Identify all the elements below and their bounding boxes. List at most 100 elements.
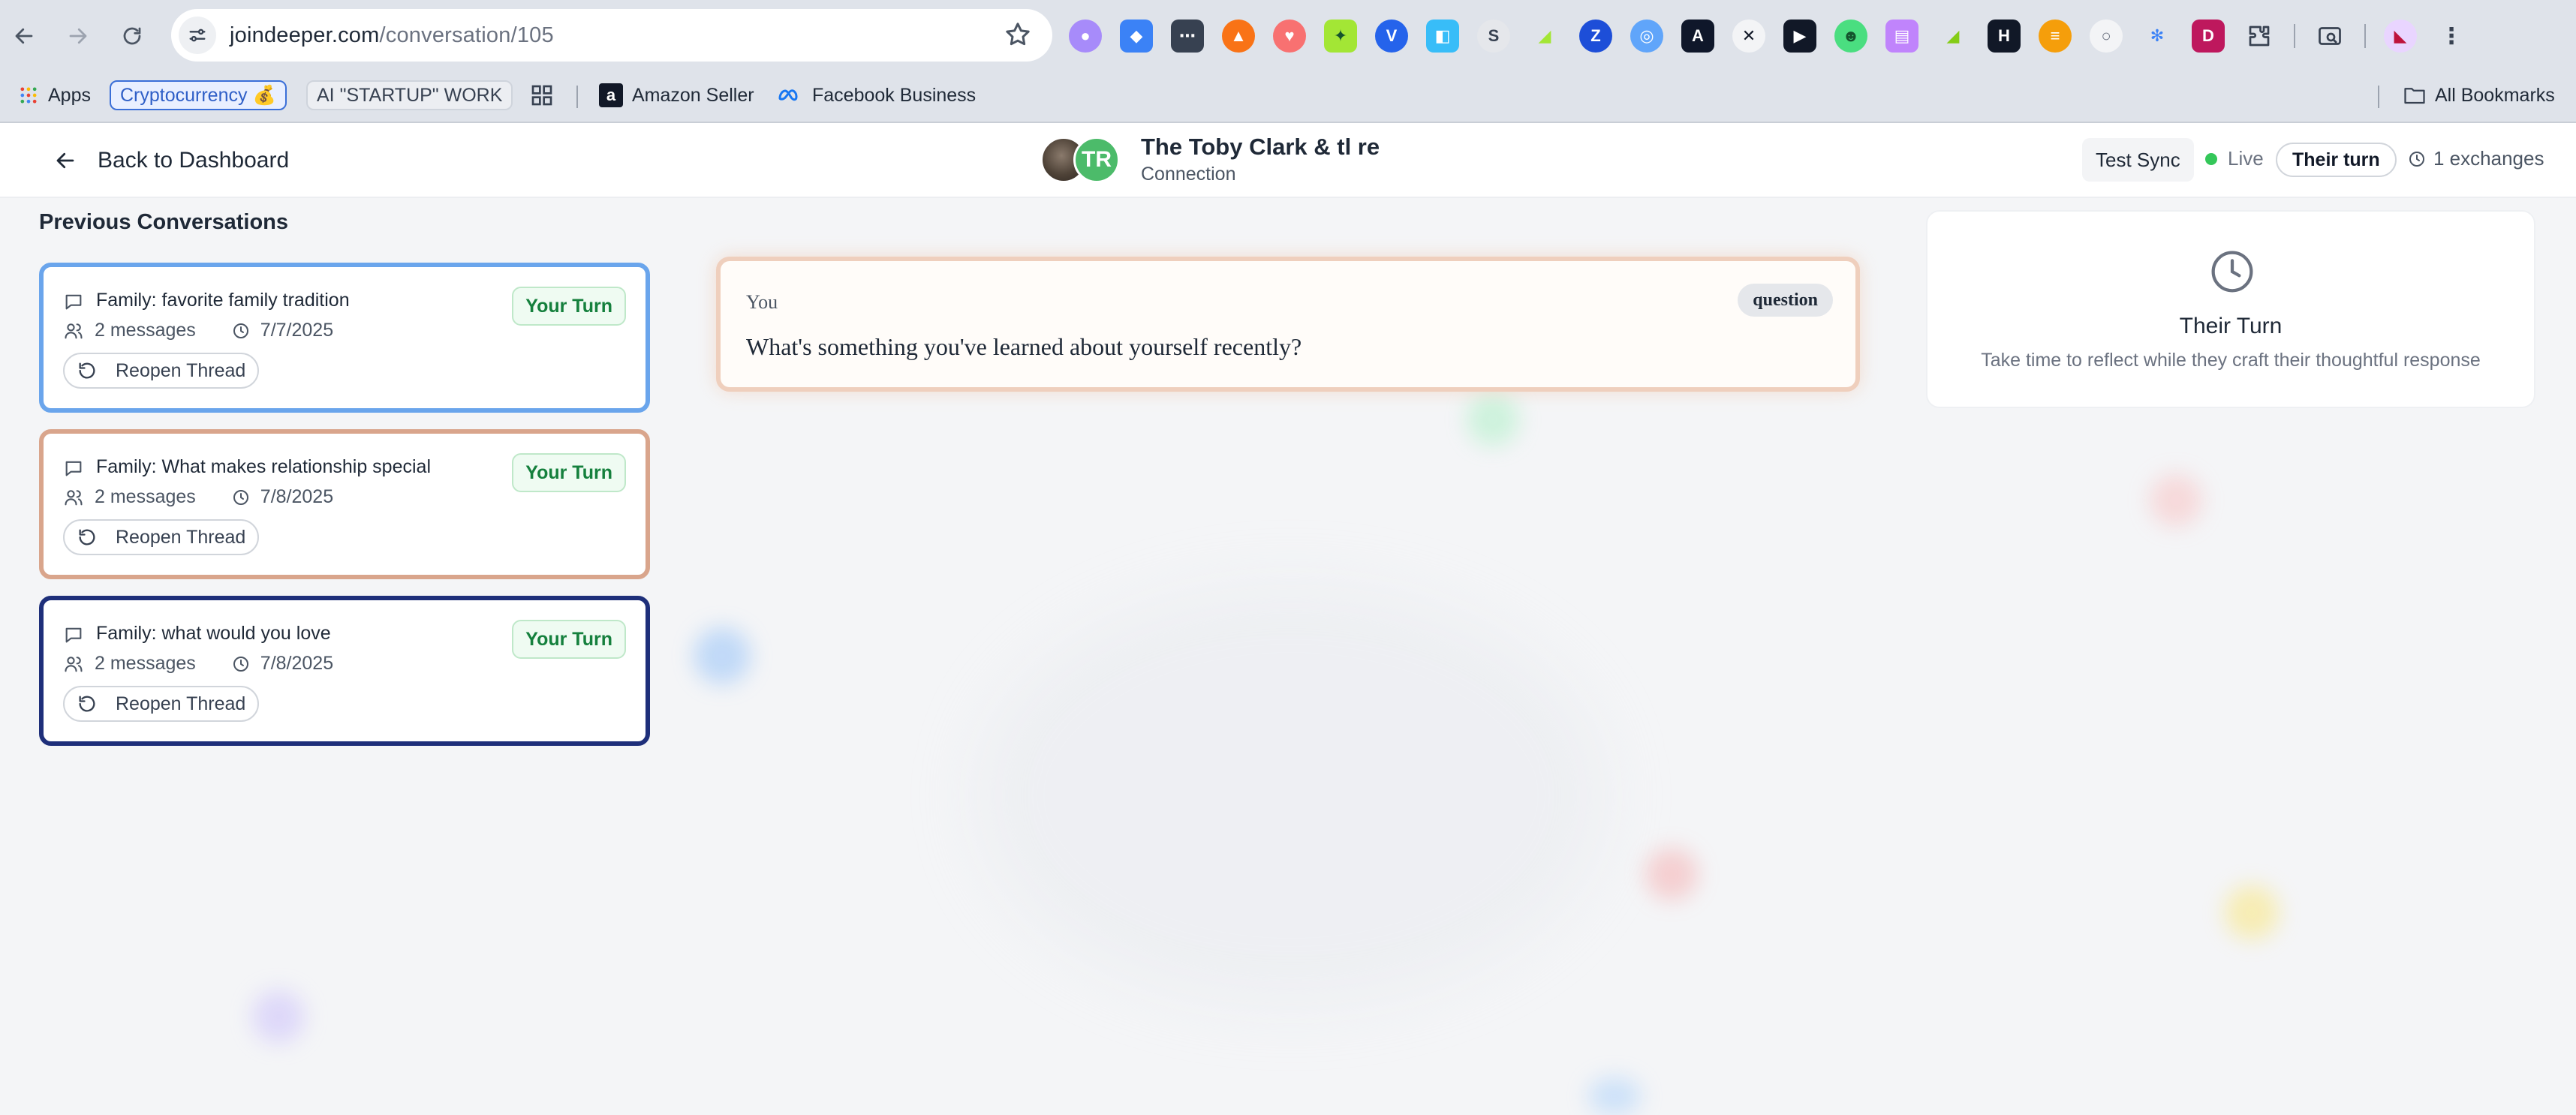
exchanges-label: 1 exchanges [2433, 147, 2544, 170]
extension-icon[interactable]: ✕ [1732, 20, 1765, 53]
extension-icon[interactable]: ▶ [1783, 20, 1816, 53]
url-text: joindeeper.com/conversation/105 [230, 23, 554, 48]
clock-icon [233, 489, 248, 505]
bookmark-apps[interactable]: Apps [18, 80, 91, 111]
their-turn-description: Take time to reflect while they craft th… [1981, 350, 2481, 371]
bookmarks-divider [576, 86, 578, 108]
amazon-icon: a [599, 83, 623, 107]
meta-icon [778, 89, 798, 101]
avatar-initials: TR [1073, 137, 1120, 183]
turn-status-badge: Their turn [2276, 143, 2397, 177]
extension-icon[interactable]: A [1681, 20, 1714, 53]
extension-icon[interactable]: ◆ [1120, 20, 1153, 53]
browser-toolbar: joindeeper.com/conversation/105 ● ◆ ⋯ ▲ … [0, 0, 2576, 72]
bookmark-amazon-seller[interactable]: a Amazon Seller [599, 80, 754, 111]
metamask-icon[interactable]: ▲ [1222, 20, 1255, 53]
extension-icon[interactable]: ● [1069, 20, 1102, 53]
conversation-card[interactable]: Family: favorite family tradition 2 mess… [39, 263, 650, 413]
reopen-thread-button[interactable]: Reopen Thread [63, 686, 260, 722]
users-icon [65, 656, 83, 672]
bookmark-label: AI "STARTUP" WORK [306, 80, 513, 110]
conversation-card[interactable]: Family: what would you love 2 messages 7… [39, 596, 650, 746]
forward-arrow-icon[interactable] [59, 17, 98, 56]
bookmark-facebook-business[interactable]: Facebook Business [778, 80, 976, 111]
your-turn-badge: Your Turn [512, 287, 626, 326]
extension-icon[interactable]: ◢ [1528, 20, 1561, 53]
participant-avatars: TR [1040, 135, 1123, 185]
extension-icon[interactable]: V [1375, 20, 1408, 53]
reopen-thread-button[interactable]: Reopen Thread [63, 519, 260, 555]
message-count: 2 messages [95, 320, 196, 341]
menu-kebab-icon[interactable]: ⋮ [2435, 20, 2468, 53]
live-label: Live [2228, 147, 2264, 170]
question-message-card: You question What's something you've lea… [716, 257, 1860, 392]
extensions-puzzle-icon[interactable] [2243, 20, 2276, 53]
bookmark-all-bookmarks[interactable]: All Bookmarks [2403, 80, 2555, 111]
users-icon [65, 323, 83, 338]
decorative-blob [2225, 885, 2279, 939]
message-count: 2 messages [95, 486, 196, 507]
clock-icon [233, 656, 248, 672]
reload-icon[interactable] [113, 17, 152, 56]
card-meta: 2 messages 7/8/2025 [63, 653, 333, 675]
extension-icon[interactable]: S [1477, 20, 1510, 53]
card-topic: Family: what would you love [96, 623, 331, 644]
message-sender: You [746, 291, 778, 313]
search-tabs-icon[interactable] [2313, 20, 2346, 53]
bookmark-ai-startup[interactable]: AI "STARTUP" WORK [306, 80, 513, 111]
their-turn-title: Their Turn [2179, 314, 2283, 338]
bookmark-label: Amazon Seller [632, 84, 754, 106]
bookmarks-bar: Apps Cryptocurrency 💰 AI "STARTUP" WORK … [0, 72, 2576, 123]
extensions-row: ● ◆ ⋯ ▲ ♥ ✦ V ◧ S ◢ Z ◎ A ✕ ▶ ☻ ▤ ◢ H ≡ … [1069, 18, 2468, 54]
rotate-ccw-icon [79, 696, 95, 712]
tab-groups-icon[interactable] [530, 80, 554, 111]
extension-icon[interactable]: ⋯ [1171, 20, 1204, 53]
extension-icon[interactable]: ◧ [1426, 20, 1459, 53]
heart-icon[interactable]: ♥ [1273, 20, 1306, 53]
extension-icon[interactable]: ◎ [1630, 20, 1663, 53]
extension-icon[interactable]: ≡ [2039, 20, 2072, 53]
url-path: /conversation/105 [379, 23, 554, 47]
extension-icon[interactable]: ◢ [1937, 20, 1970, 53]
card-date: 7/7/2025 [260, 320, 334, 341]
exchanges-count: 1 exchanges [2408, 147, 2544, 170]
extension-icon[interactable]: D [2192, 20, 2225, 53]
decorative-blob [694, 627, 751, 684]
extension-icon[interactable]: ✦ [1324, 20, 1357, 53]
app-header: Back to Dashboard TR The Toby Clark & tl… [0, 123, 2576, 198]
your-turn-badge: Your Turn [512, 620, 626, 659]
back-to-dashboard-button[interactable]: Back to Dashboard [54, 140, 289, 182]
back-arrow-icon[interactable] [5, 17, 44, 56]
decorative-blob [1588, 1077, 1641, 1115]
extension-icon[interactable]: ▤ [1885, 20, 1918, 53]
bookmark-cryptocurrency[interactable]: Cryptocurrency 💰 [110, 80, 287, 111]
rotate-ccw-icon [79, 362, 95, 379]
address-bar[interactable]: joindeeper.com/conversation/105 [171, 9, 1052, 62]
reopen-label: Reopen Thread [116, 526, 246, 548]
decorative-glow [976, 585, 1606, 1005]
extension-icon[interactable]: ○ [2090, 20, 2123, 53]
site-settings-icon[interactable] [179, 17, 216, 54]
extension-icon[interactable]: ✻ [2141, 20, 2174, 53]
bookmark-label: Cryptocurrency 💰 [110, 80, 287, 110]
extension-icon[interactable]: H [1988, 20, 2021, 53]
rotate-ccw-icon [79, 529, 95, 545]
decorative-blob [1645, 848, 1698, 900]
conversation-title: The Toby Clark & tl re [1141, 134, 1380, 160]
their-turn-panel: Their Turn Take time to reflect while th… [1926, 210, 2535, 408]
reopen-thread-button[interactable]: Reopen Thread [63, 353, 260, 389]
chat-bubble-icon [65, 294, 82, 310]
test-sync-button[interactable]: Test Sync [2082, 138, 2194, 182]
extension-icon[interactable]: Z [1579, 20, 1612, 53]
extension-icon[interactable]: ☻ [1834, 20, 1867, 53]
decorative-blob [252, 990, 305, 1043]
bookmark-star-icon[interactable] [1003, 20, 1033, 50]
arrow-left-icon [56, 152, 74, 169]
folder-icon [2404, 88, 2425, 104]
conversation-card[interactable]: Family: What makes relationship special … [39, 429, 650, 579]
bookmark-label: All Bookmarks [2435, 84, 2555, 106]
profile-avatar-icon[interactable]: ◣ [2384, 20, 2417, 53]
apps-grid-icon [20, 87, 37, 104]
your-turn-badge: Your Turn [512, 453, 626, 492]
url-host: joindeeper.com [230, 23, 380, 47]
